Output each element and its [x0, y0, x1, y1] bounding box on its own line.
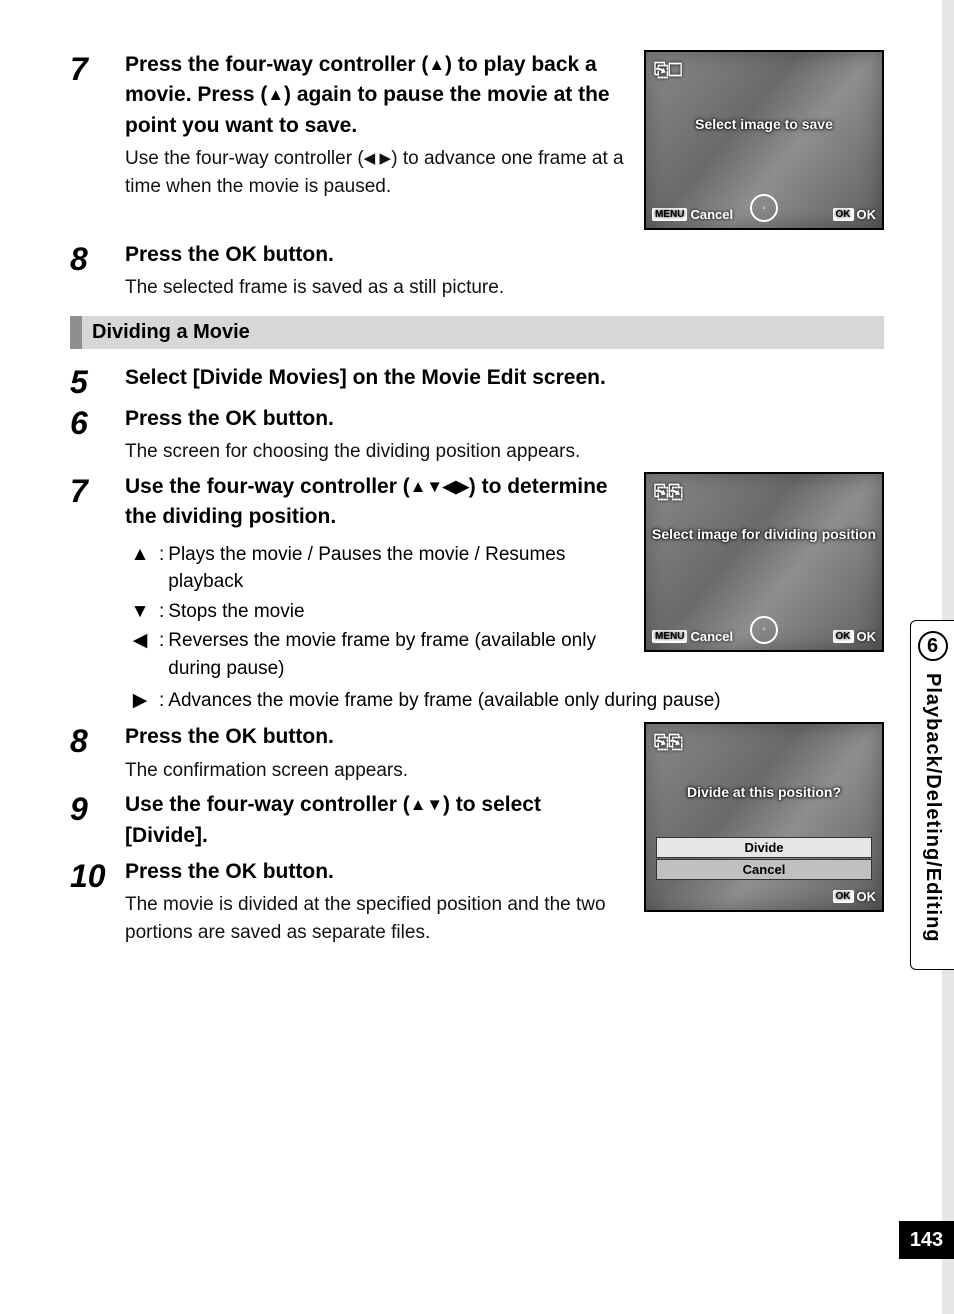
- camera-screenshot-dividing-position: ⎘⎘ Select image for dividing position ME…: [644, 472, 884, 652]
- step-6: 6 Press the OK button. The screen for ch…: [70, 404, 884, 466]
- step-description: The screen for choosing the dividing pos…: [125, 438, 884, 466]
- step-title: Press the four-way controller (▲) to pla…: [125, 50, 624, 141]
- step-description: Use the four-way controller (◀ ▶) to adv…: [125, 145, 624, 200]
- step-number: 10: [70, 857, 125, 947]
- page-number: 143: [899, 1221, 954, 1259]
- up-arrow-icon: ▲: [125, 541, 155, 596]
- step-10: 10 Press the OK button. The movie is div…: [70, 857, 624, 947]
- step-title: Press the OK button.: [125, 857, 624, 887]
- up-arrow-icon: ▲: [267, 83, 284, 107]
- up-down-arrows-icon: ▲▼: [410, 793, 443, 817]
- ok-label: OK OK: [833, 629, 877, 644]
- step-title: Use the four-way controller (▲▼) to sele…: [125, 790, 624, 851]
- step-8: 8 Press the OK button. The selected fram…: [70, 240, 884, 302]
- film-icon: ⎘⎘: [654, 732, 683, 753]
- step-number: 6: [70, 404, 125, 466]
- screenshot-caption: Divide at this position?: [646, 784, 882, 801]
- film-icon: ⎘☐: [654, 60, 682, 81]
- menu-cancel-label: MENU Cancel: [652, 207, 733, 222]
- step-number: 9: [70, 790, 125, 851]
- screenshot-caption: Select image for dividing position: [646, 526, 882, 543]
- section-header-dividing-movie: Dividing a Movie: [70, 316, 884, 349]
- controller-legend: ▲:Plays the movie / Pauses the movie / R…: [125, 541, 624, 683]
- left-right-arrow-icon: ◀ ▶: [364, 148, 392, 170]
- step-title: Press the OK button.: [125, 722, 624, 752]
- step-description: The selected frame is saved as a still p…: [125, 274, 884, 302]
- step-number: 7: [70, 472, 125, 685]
- step-title: Press the OK button.: [125, 404, 884, 434]
- four-way-arrows-icon: ▲▼◀▶: [410, 475, 469, 499]
- step-number: 7: [70, 50, 125, 200]
- step-5: 5 Select [Divide Movies] on the Movie Ed…: [70, 363, 884, 398]
- ok-label: OK OK: [833, 207, 877, 222]
- step-number: 5: [70, 363, 125, 398]
- ok-label: OK OK: [833, 889, 877, 904]
- step-8-dividing: 8 Press the OK button. The confirmation …: [70, 722, 624, 784]
- down-arrow-icon: ▼: [125, 598, 155, 626]
- right-arrow-icon: ▶: [125, 687, 155, 715]
- up-arrow-icon: ▲: [428, 53, 445, 77]
- step-description: The movie is divided at the specified po…: [125, 891, 624, 946]
- step-title: Select [Divide Movies] on the Movie Edit…: [125, 363, 884, 393]
- camera-screenshot-divide-confirm: ⎘⎘ Divide at this position? Divide Cance…: [644, 722, 884, 912]
- menu-cancel-label: MENU Cancel: [652, 629, 733, 644]
- step-number: 8: [70, 722, 125, 784]
- step-9: 9 Use the four-way controller (▲▼) to se…: [70, 790, 624, 851]
- option-cancel: Cancel: [656, 859, 872, 880]
- option-divide: Divide: [656, 837, 872, 858]
- step-title: Use the four-way controller (▲▼◀▶) to de…: [125, 472, 624, 533]
- step-description: The confirmation screen appears.: [125, 757, 624, 785]
- left-arrow-icon: ◀: [125, 627, 155, 682]
- step-7-dividing: 7 Use the four-way controller (▲▼◀▶) to …: [70, 472, 624, 685]
- camera-screenshot-save-image: ⎘☐ Select image to save MENU Cancel OK O…: [644, 50, 884, 230]
- step-7-right-arrow-row: ▶:Advances the movie frame by frame (ava…: [70, 687, 884, 717]
- screenshot-caption: Select image to save: [646, 116, 882, 133]
- step-title: Press the OK button.: [125, 240, 884, 270]
- film-icon: ⎘⎘: [654, 482, 683, 503]
- step-number: 8: [70, 240, 125, 302]
- step-7: 7 Press the four-way controller (▲) to p…: [70, 50, 624, 200]
